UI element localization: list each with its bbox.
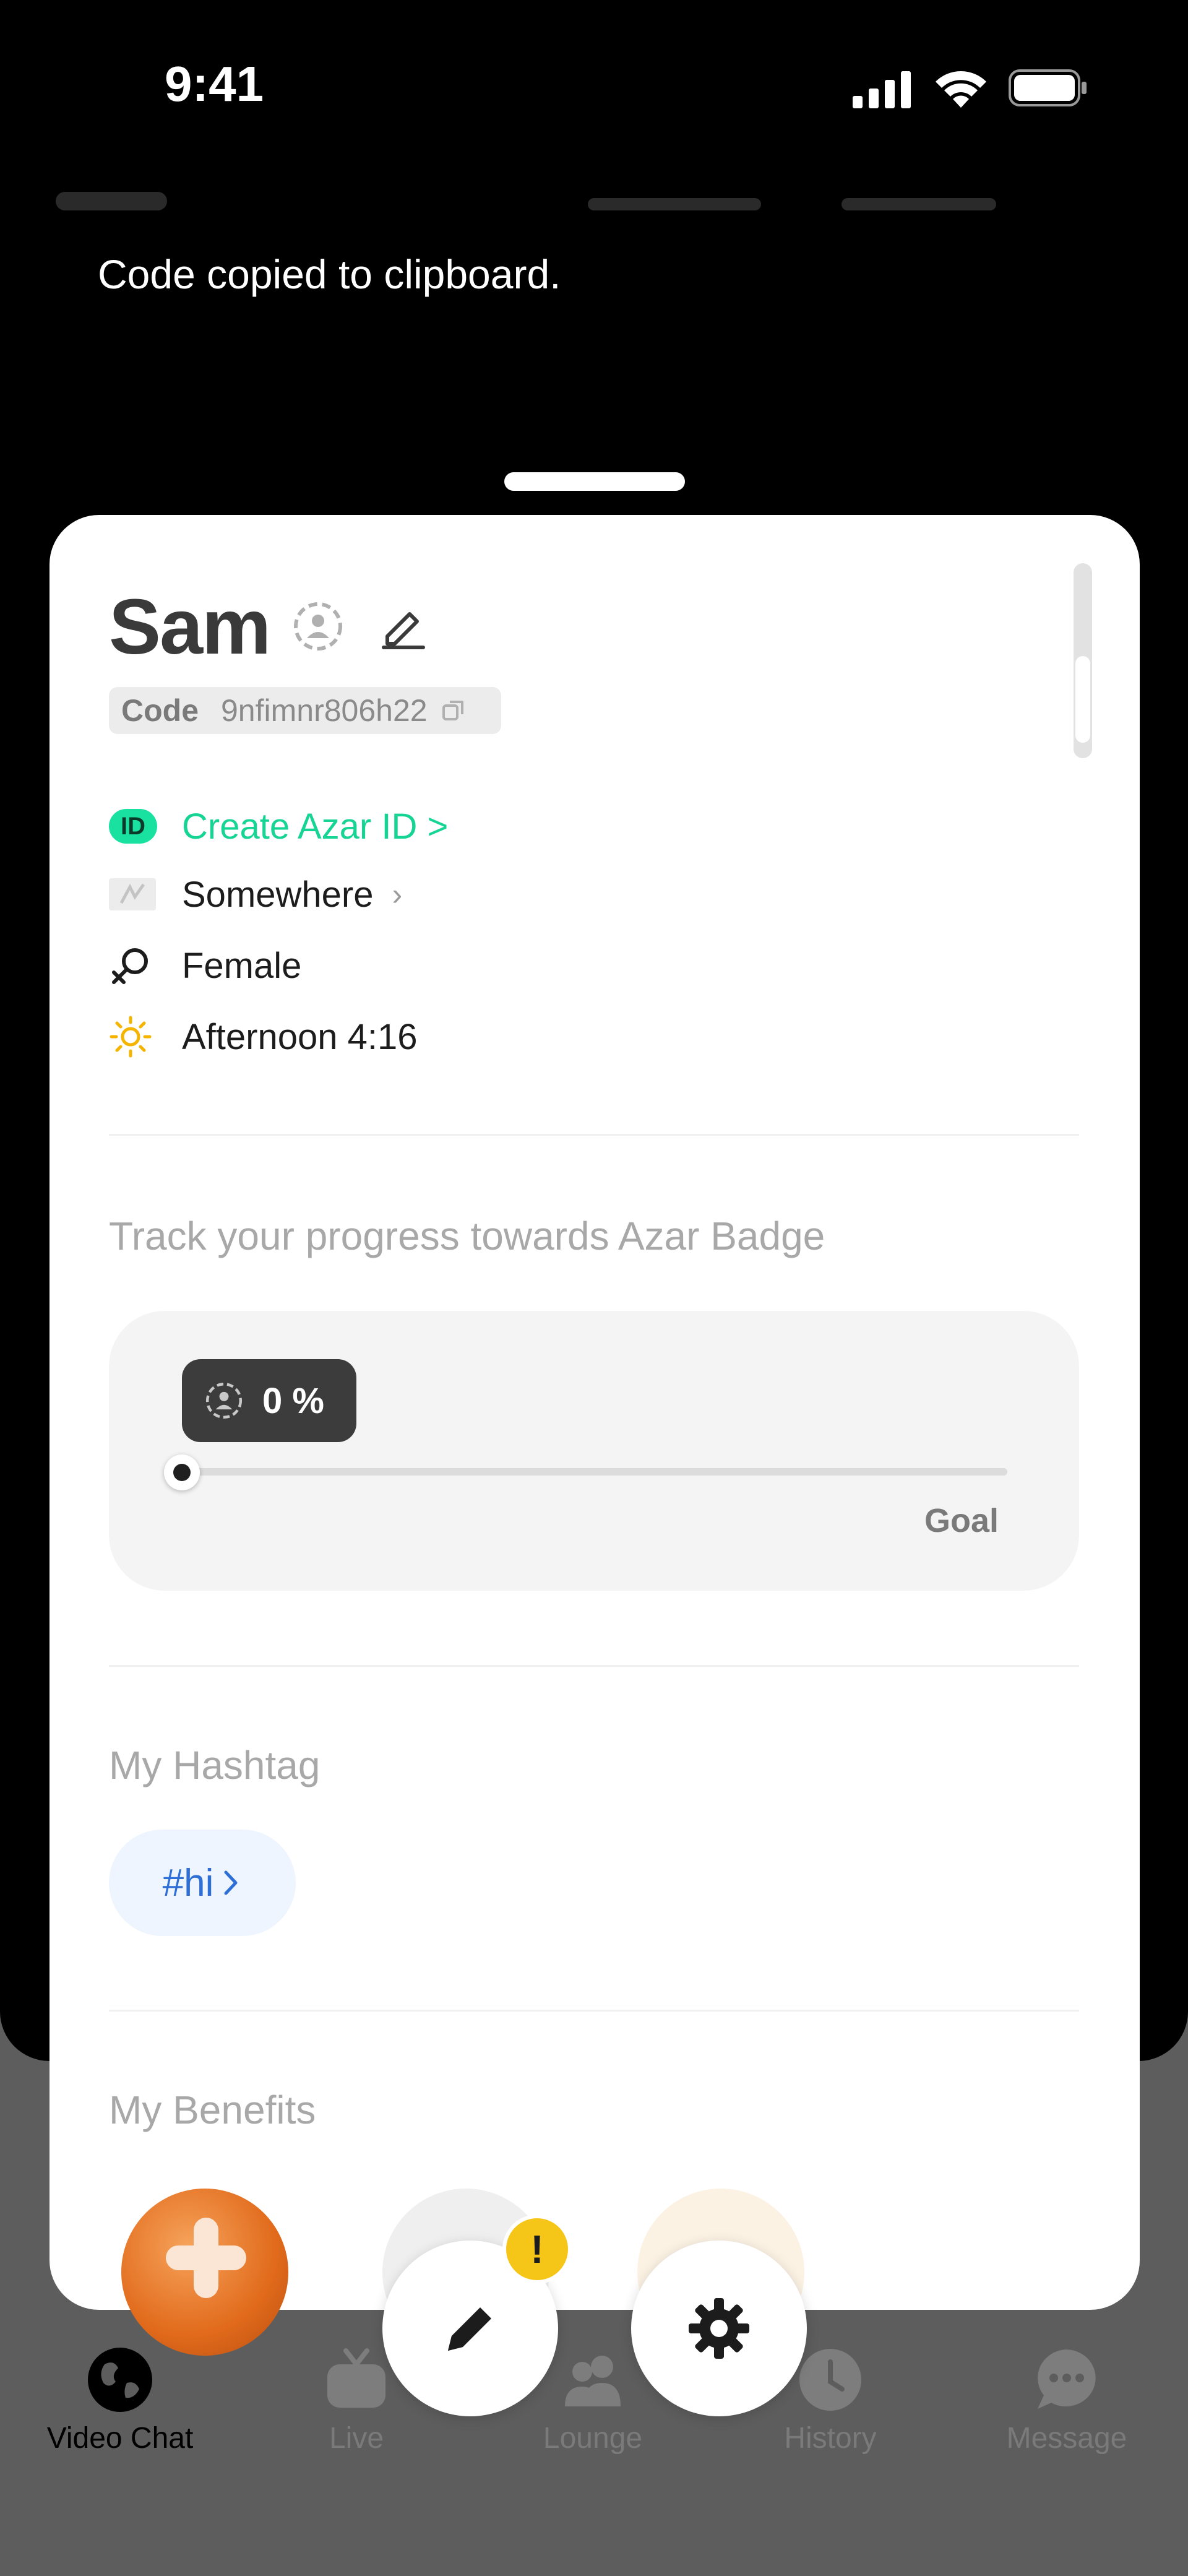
- verification-badge-icon[interactable]: [292, 597, 344, 655]
- pencil-icon: [448, 2307, 491, 2351]
- tab-label: Lounge: [543, 2422, 643, 2455]
- gender-label: Female: [182, 945, 302, 986]
- background-ghost-shape: [588, 198, 761, 210]
- background-ghost-shape: [56, 192, 167, 210]
- tab-video-chat[interactable]: Video Chat: [27, 2346, 213, 2455]
- sun-icon: [110, 1016, 152, 1058]
- settings-button[interactable]: [631, 2241, 807, 2416]
- verification-badge-icon: [205, 1382, 243, 1419]
- code-chip[interactable]: Code 9nfimnr806h22: [109, 687, 501, 734]
- copy-icon[interactable]: [441, 698, 466, 723]
- divider: [109, 1134, 1079, 1136]
- tab-label: Message: [1006, 2422, 1127, 2455]
- status-time: 9:41: [165, 56, 264, 111]
- progress-percent-text: 0 %: [262, 1380, 324, 1421]
- toast-message: Code copied to clipboard.: [98, 251, 561, 297]
- badge-progress-title: Track your progress towards Azar Badge: [109, 1214, 825, 1258]
- scrollbar-thumb[interactable]: [1075, 656, 1090, 743]
- clock-icon: [799, 2349, 861, 2411]
- badge-progress-card: [109, 1311, 1079, 1591]
- profile-name: Sam: [109, 583, 271, 670]
- tab-label: Live: [329, 2422, 384, 2455]
- local-time-label: Afternoon 4:16: [182, 1016, 418, 1057]
- flag-icon: [109, 878, 156, 910]
- gear-icon: [689, 2298, 749, 2359]
- alert-badge: !: [502, 2215, 572, 2284]
- benefits-section-title: My Benefits: [109, 2088, 316, 2132]
- tab-label: Video Chat: [46, 2422, 194, 2455]
- goal-label: Goal: [924, 1502, 999, 1539]
- battery-icon: [1009, 69, 1087, 106]
- tv-icon: [327, 2348, 385, 2408]
- edit-pencil-icon[interactable]: [379, 600, 428, 650]
- globe-icon: [88, 2348, 152, 2412]
- chevron-right-icon: ›: [392, 877, 403, 912]
- create-azar-id-link[interactable]: ID Create Azar ID >: [109, 805, 448, 848]
- create-azar-id-label: Create Azar ID >: [182, 806, 449, 847]
- hashtag-label: #hi: [162, 1861, 214, 1904]
- id-badge-text: ID: [121, 812, 145, 840]
- progress-track: [182, 1468, 1007, 1476]
- background-ghost-shape: [842, 198, 996, 210]
- people-icon: [565, 2356, 621, 2406]
- hashtag-section-title: My Hashtag: [109, 1743, 321, 1787]
- tab-message[interactable]: Message: [974, 2346, 1160, 2455]
- chat-icon: [1038, 2349, 1096, 2409]
- location-label: Somewhere: [182, 874, 374, 915]
- code-value: 9nfimnr806h22: [221, 693, 428, 728]
- sheet-grabber[interactable]: [504, 472, 685, 491]
- divider: [109, 2010, 1079, 2012]
- progress-percent-pill: 0 %: [182, 1359, 356, 1442]
- id-badge-icon: ID: [109, 809, 157, 844]
- divider: [109, 1665, 1079, 1667]
- location-row[interactable]: Somewhere ›: [109, 873, 402, 916]
- wifi-icon: [936, 71, 986, 108]
- hashtag-chip[interactable]: #hi: [109, 1830, 296, 1936]
- code-label: Code: [121, 693, 199, 728]
- progress-knob: [164, 1454, 200, 1490]
- chevron-right-icon: [224, 1870, 238, 1895]
- tab-label: History: [784, 2422, 877, 2455]
- gender-row: Female: [109, 944, 301, 987]
- benefit-plus-bar: [194, 2218, 218, 2298]
- female-gender-icon: [112, 948, 148, 984]
- cellular-signal-icon: [853, 71, 911, 108]
- local-time-row: Afternoon 4:16: [109, 1015, 418, 1058]
